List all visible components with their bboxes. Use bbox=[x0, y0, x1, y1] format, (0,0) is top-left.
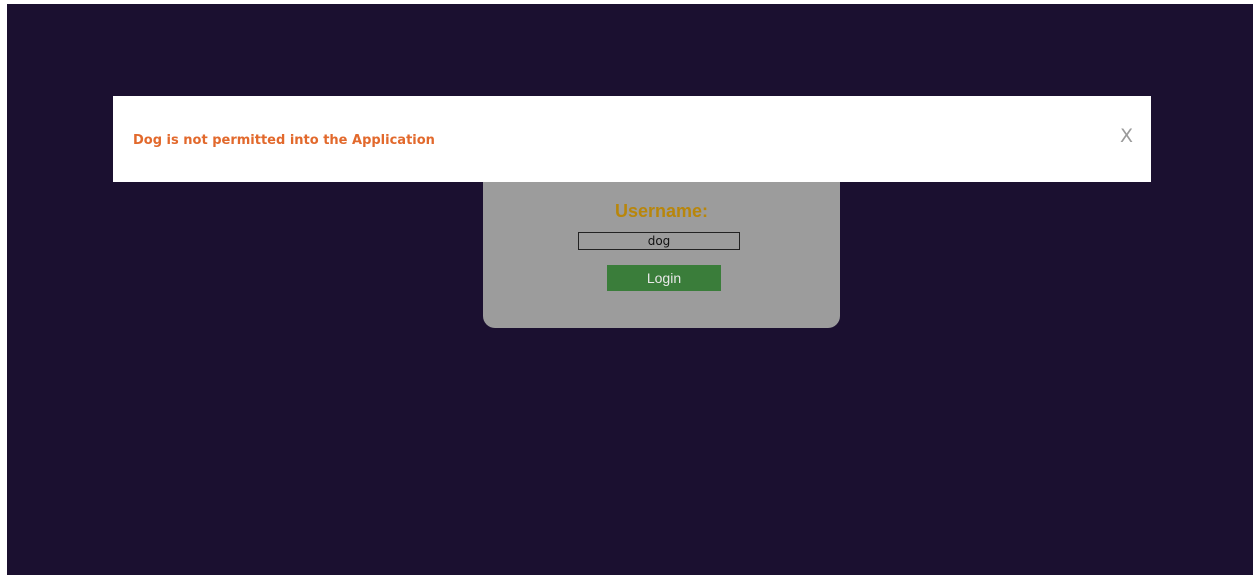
username-input[interactable] bbox=[578, 232, 740, 250]
alert-message: Dog is not permitted into the Applicatio… bbox=[133, 133, 435, 148]
alert-banner: Dog is not permitted into the Applicatio… bbox=[113, 96, 1151, 182]
login-button[interactable]: Login bbox=[607, 265, 721, 291]
app-background: Username: Login Dog is not permitted int… bbox=[7, 4, 1253, 575]
close-icon[interactable]: X bbox=[1120, 127, 1133, 146]
username-label: Username: bbox=[614, 201, 709, 221]
